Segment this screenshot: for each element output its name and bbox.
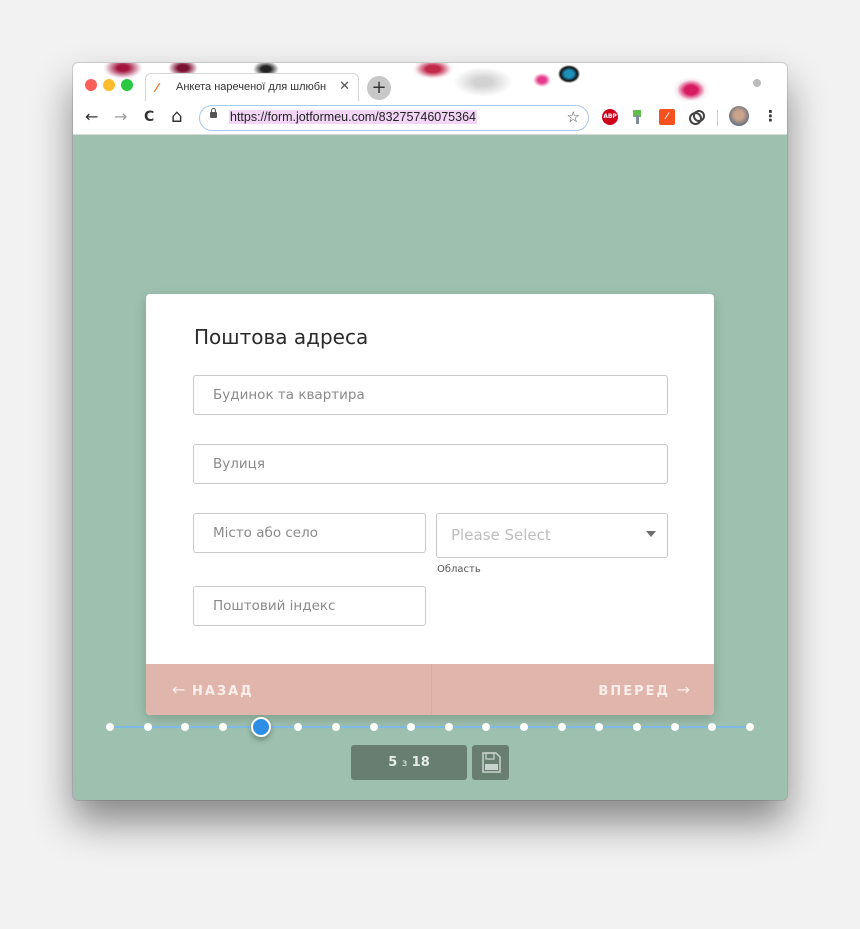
next-button-label: ВПЕРЕД: [598, 684, 671, 699]
form-title: Поштова адреса: [194, 325, 369, 349]
house-apartment-field[interactable]: [193, 375, 668, 415]
form-card: Поштова адреса Please Select Область ←: [146, 294, 714, 715]
jotform-favicon-icon: ⁄: [156, 81, 159, 95]
progress-step[interactable]: [670, 723, 679, 731]
progress-step[interactable]: [557, 723, 566, 731]
maximize-window-button[interactable]: [121, 79, 133, 91]
progress-step[interactable]: [444, 723, 453, 731]
close-tab-icon[interactable]: ✕: [339, 79, 350, 94]
address-bar[interactable]: https://form.jotformeu.com/8327574607536…: [199, 105, 589, 131]
current-page: 5: [388, 755, 398, 770]
floppy-disk-icon: [482, 752, 501, 773]
save-button[interactable]: [472, 745, 509, 780]
theme-decoration: [753, 79, 761, 87]
progress-step[interactable]: [106, 723, 114, 731]
url-text[interactable]: https://form.jotformeu.com/8327574607536…: [229, 110, 477, 124]
browser-toolbar: ← → C ⌂ https://form.jotformeu.com/83275…: [73, 101, 787, 135]
postal-code-input[interactable]: [194, 587, 425, 625]
adblock-plus-icon[interactable]: ABP: [602, 109, 618, 125]
page-counter: 5 з 18: [351, 745, 467, 780]
browser-window: ⁄ Анкета нареченої для шлюбного ✕ + ← → …: [73, 63, 787, 800]
arrow-right-icon: →: [676, 680, 690, 699]
progress-step[interactable]: [143, 723, 152, 731]
code-extension-icon[interactable]: ⁄: [659, 109, 675, 125]
progress-step[interactable]: [482, 723, 491, 731]
lock-icon: [210, 108, 217, 118]
minimize-window-button[interactable]: [103, 79, 115, 91]
browser-menu-icon[interactable]: ⋮: [763, 107, 778, 125]
home-icon[interactable]: ⌂: [171, 108, 182, 126]
profile-avatar[interactable]: [729, 106, 749, 126]
region-select-value: Please Select: [451, 526, 551, 544]
region-label: Область: [437, 564, 481, 575]
total-pages: 18: [411, 755, 430, 770]
theme-decoration: [673, 77, 709, 101]
bookmark-star-icon[interactable]: ☆: [567, 108, 580, 126]
forward-icon[interactable]: →: [114, 108, 127, 126]
progress-step[interactable]: [294, 723, 303, 731]
progress-step[interactable]: [520, 723, 529, 731]
progress-step[interactable]: [331, 723, 340, 731]
progress-step[interactable]: [595, 723, 604, 731]
postal-code-field[interactable]: [193, 586, 426, 626]
nav-divider: [431, 664, 432, 715]
city-input[interactable]: [194, 514, 425, 552]
tab-title: Анкета нареченої для шлюбного: [176, 81, 326, 93]
theme-decoration: [533, 73, 551, 87]
progress-step[interactable]: [407, 723, 416, 731]
progress-step[interactable]: [369, 723, 378, 731]
street-input[interactable]: [194, 445, 667, 483]
progress-step[interactable]: [633, 723, 642, 731]
theme-decoration: [558, 65, 580, 83]
theme-decoration: [453, 67, 513, 97]
street-field[interactable]: [193, 444, 668, 484]
page-counter-separator: з: [401, 758, 408, 769]
dropdown-arrow-icon: [646, 531, 656, 537]
green-extension-icon[interactable]: [630, 109, 646, 125]
toolbar-separator: [717, 110, 718, 126]
back-icon[interactable]: ←: [85, 108, 98, 126]
progress-step[interactable]: [746, 723, 754, 731]
next-button[interactable]: ВПЕРЕД →: [598, 664, 690, 715]
browser-tab[interactable]: ⁄ Анкета нареченої для шлюбного ✕: [145, 73, 359, 101]
page-content: Поштова адреса Please Select Область ←: [73, 135, 787, 800]
form-navigation: ← НАЗАД ВПЕРЕД →: [146, 664, 714, 715]
close-window-button[interactable]: [85, 79, 97, 91]
browser-titlebar: ⁄ Анкета нареченої для шлюбного ✕ +: [73, 63, 787, 101]
reload-icon[interactable]: C: [144, 108, 154, 126]
house-apartment-input[interactable]: [194, 376, 667, 414]
theme-decoration: [103, 63, 143, 79]
back-button[interactable]: ← НАЗАД: [172, 664, 254, 715]
new-tab-button[interactable]: +: [367, 76, 391, 100]
back-button-label: НАЗАД: [191, 684, 254, 699]
link-extension-icon[interactable]: [688, 109, 705, 125]
arrow-left-icon: ←: [172, 680, 186, 699]
progress-step[interactable]: [181, 723, 190, 731]
theme-decoration: [413, 63, 453, 79]
region-select[interactable]: Please Select: [436, 513, 668, 558]
progress-step[interactable]: [218, 723, 227, 731]
progress-step-current[interactable]: [250, 717, 271, 737]
progress-track: [106, 717, 754, 737]
progress-step[interactable]: [708, 723, 717, 731]
city-field[interactable]: [193, 513, 426, 553]
